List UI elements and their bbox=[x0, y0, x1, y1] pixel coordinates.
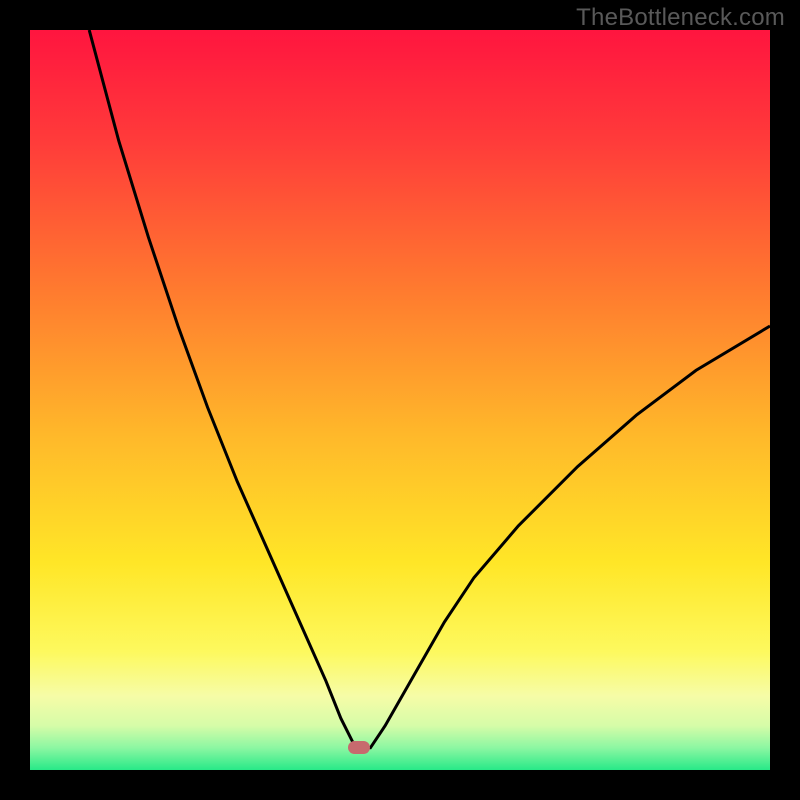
watermark-text: TheBottleneck.com bbox=[576, 4, 785, 32]
chart-frame: TheBottleneck.com bbox=[0, 0, 800, 800]
optimal-point-marker bbox=[348, 741, 370, 754]
bottleneck-curve bbox=[30, 30, 770, 770]
plot-area bbox=[30, 30, 770, 770]
